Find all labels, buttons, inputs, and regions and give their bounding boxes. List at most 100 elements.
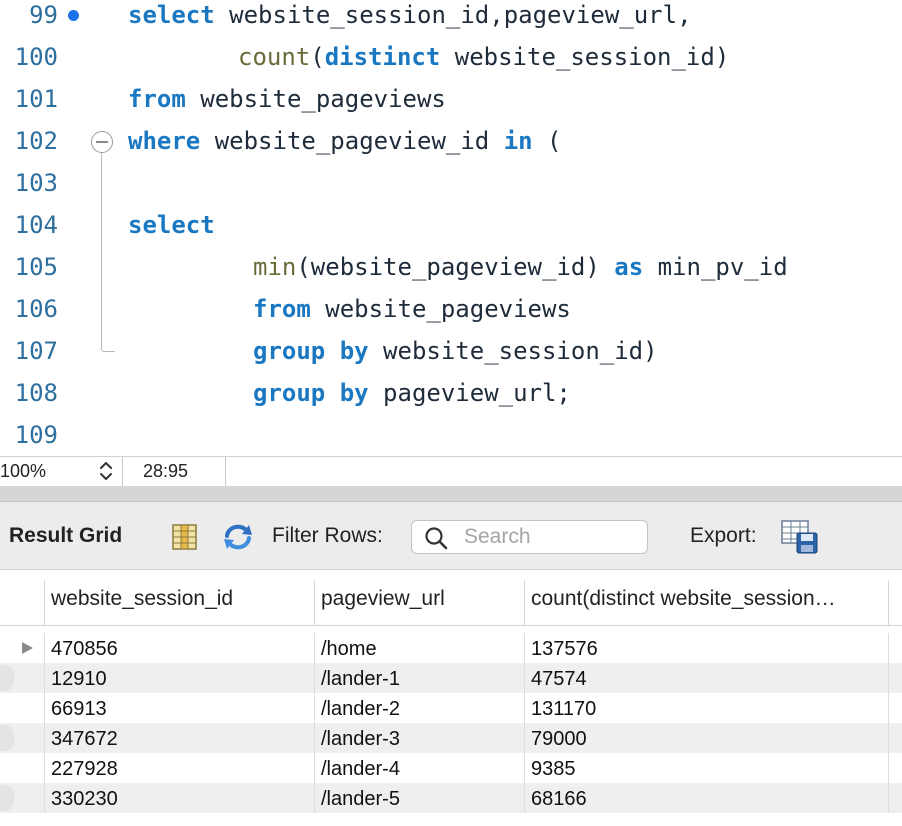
line-number: 106 — [14, 295, 58, 323]
sql-keyword: group by — [253, 337, 369, 365]
filter-search-box[interactable] — [411, 520, 648, 554]
zoom-value: 100% — [0, 461, 47, 481]
sql-keyword: where — [128, 127, 201, 155]
code-line[interactable]: 107 group by website_session_id) — [0, 336, 902, 378]
row-marker[interactable] — [0, 633, 44, 663]
cell-count[interactable]: 131170 — [524, 693, 888, 723]
cell-pageview-url[interactable]: /home — [314, 633, 524, 663]
table-row[interactable]: 12910/lander-1 47574 — [0, 663, 902, 693]
code-line[interactable]: 109 — [0, 420, 902, 456]
code-text: min(website_pageview_id) as min_pv_id — [253, 252, 788, 282]
code-line[interactable]: 99 select website_session_id,pageview_url… — [0, 0, 902, 42]
code-text: count(distinct website_session_id) — [238, 42, 729, 72]
zoom-select[interactable]: 100% — [0, 457, 123, 486]
cell-session-id[interactable]: 66913 — [44, 693, 314, 723]
code-text: group by website_session_id) — [253, 336, 658, 366]
sql-keyword: from — [253, 295, 311, 323]
cell-session-id[interactable]: 12910 — [44, 663, 314, 693]
row-marker[interactable] — [0, 753, 44, 783]
sql-text: website_pageviews — [310, 295, 571, 323]
refresh-arrows-icon[interactable] — [221, 522, 255, 552]
row-marker[interactable] — [0, 693, 44, 723]
column-header-filler — [888, 580, 902, 625]
cell-pageview-url[interactable]: /lander-3 — [314, 723, 524, 753]
line-number: 108 — [14, 379, 58, 407]
code-line[interactable]: 103 — [0, 168, 902, 210]
cell-filler — [888, 633, 902, 663]
sql-text: website_session_id,pageview_url, — [214, 1, 692, 29]
cell-filler — [888, 693, 902, 723]
sql-keyword: distinct — [324, 43, 441, 71]
cell-pageview-url[interactable]: /lander-5 — [314, 783, 524, 813]
code-line[interactable]: 108 group by pageview_url; — [0, 378, 902, 420]
code-line[interactable]: 100 count(distinct website_session_id) — [0, 42, 902, 84]
code-line[interactable]: 104 select — [0, 210, 902, 252]
filter-rows-label: Filter Rows: — [272, 524, 383, 547]
sql-text: website_session_id) — [368, 337, 658, 365]
sql-keyword: as — [614, 253, 644, 281]
cell-count[interactable]: 47574 — [524, 663, 888, 693]
line-number: 101 — [14, 85, 58, 113]
sql-keyword: select — [128, 211, 215, 239]
column-header-count[interactable]: count(distinct website_session… — [524, 580, 888, 625]
code-line[interactable]: 102 where website_pageview_id in ( — [0, 126, 902, 168]
row-marker[interactable] — [0, 723, 44, 753]
line-number: 104 — [14, 211, 58, 239]
table-row[interactable]: 227928/lander-4 9385 — [0, 753, 902, 783]
sql-text: pageview_url; — [368, 379, 571, 407]
code-text: where website_pageview_id in ( — [128, 126, 562, 156]
sql-editor[interactable]: 99 select website_session_id,pageview_url… — [0, 0, 902, 456]
row-handle — [0, 725, 14, 751]
code-line[interactable]: 101 from website_pageviews — [0, 84, 902, 126]
export-table-icon[interactable] — [781, 520, 819, 554]
sql-function: min — [253, 253, 297, 281]
cell-filler — [888, 723, 902, 753]
editor-status-bar: 100% 28:95 — [0, 456, 902, 486]
cell-count[interactable]: 137576 — [524, 633, 888, 663]
column-header-pageview-url[interactable]: pageview_url — [314, 580, 524, 625]
row-marker[interactable] — [0, 783, 44, 813]
code-line[interactable]: 106 from website_pageviews — [0, 294, 902, 336]
sql-text: website_pageview_id — [200, 127, 504, 155]
cell-pageview-url[interactable]: /lander-2 — [314, 693, 524, 723]
cursor-position: 28:95 — [143, 461, 189, 481]
code-text: from website_pageviews — [253, 294, 571, 324]
cell-session-id[interactable]: 347672 — [44, 723, 314, 753]
code-text: group by pageview_url; — [253, 378, 571, 408]
panel-splitter[interactable] — [0, 486, 902, 502]
result-grid[interactable]: website_session_id pageview_url count(di… — [0, 570, 902, 826]
export-label: Export: — [690, 524, 757, 547]
cell-count[interactable]: 79000 — [524, 723, 888, 753]
row-marker[interactable] — [0, 663, 44, 693]
filter-search-input[interactable] — [464, 523, 639, 551]
table-row[interactable]: 470856/home 137576 — [0, 633, 902, 663]
grid-columns-icon[interactable] — [172, 524, 197, 550]
cell-pageview-url[interactable]: /lander-4 — [314, 753, 524, 783]
cell-session-id[interactable]: 227928 — [44, 753, 314, 783]
stepper-arrows-icon[interactable] — [99, 460, 113, 482]
grid-header: website_session_id pageview_url count(di… — [0, 580, 902, 626]
cell-count[interactable]: 9385 — [524, 753, 888, 783]
cell-session-id[interactable]: 470856 — [44, 633, 314, 663]
table-row[interactable]: 66913/lander-2 131170 — [0, 693, 902, 723]
table-row[interactable]: 347672/lander-3 79000 — [0, 723, 902, 753]
search-icon — [425, 527, 448, 550]
column-header-website-session-id[interactable]: website_session_id — [44, 580, 314, 625]
sql-text: (website_pageview_id) — [296, 253, 615, 281]
line-number: 99 — [29, 1, 58, 29]
code-line[interactable]: 105 min(website_pageview_id) as min_pv_id — [0, 252, 902, 294]
cell-pageview-url[interactable]: /lander-1 — [314, 663, 524, 693]
row-pointer-icon — [22, 642, 33, 654]
code-text: select — [128, 210, 215, 240]
code-text: from website_pageviews — [128, 84, 446, 114]
cell-filler — [888, 753, 902, 783]
result-grid-tab[interactable]: Result Grid — [9, 524, 122, 548]
cell-count[interactable]: 68166 — [524, 783, 888, 813]
row-handle — [0, 665, 14, 691]
cell-session-id[interactable]: 330230 — [44, 783, 314, 813]
sql-text: website_pageviews — [185, 85, 446, 113]
line-number: 102 — [14, 127, 58, 155]
sql-function: count — [238, 43, 311, 71]
table-row[interactable]: 330230/lander-5 68166 — [0, 783, 902, 813]
cell-filler — [888, 783, 902, 813]
